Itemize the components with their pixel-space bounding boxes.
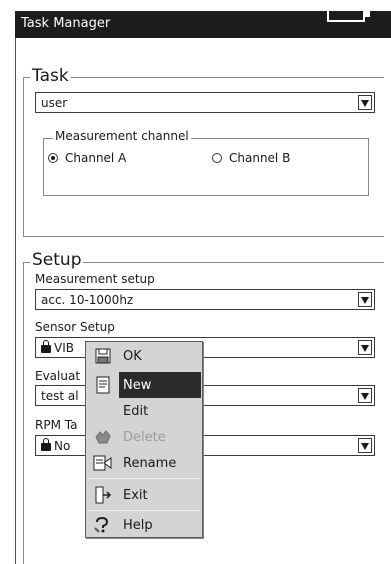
lock-icon	[41, 438, 51, 451]
task-legend: Task	[30, 66, 71, 86]
chevron-down-icon[interactable]	[358, 438, 372, 453]
channel-group	[43, 138, 369, 196]
menu-item-help[interactable]: Help	[87, 512, 201, 538]
radio-selected-icon	[48, 153, 58, 163]
measurement-setup-label: Measurement setup	[35, 272, 155, 286]
radio-label: Channel B	[229, 151, 291, 165]
measurement-setup-value: acc. 10-1000hz	[41, 293, 134, 307]
menu-label: Exit	[123, 487, 148, 503]
radio-label: Channel A	[65, 151, 127, 165]
menu-item-new[interactable]: New	[87, 372, 201, 398]
exit-icon	[87, 482, 119, 508]
help-icon	[87, 512, 119, 538]
rpm-label: RPM Ta	[35, 418, 78, 432]
menu-item-exit[interactable]: Exit	[87, 482, 201, 508]
battery-tip	[365, 10, 370, 17]
menu-item-rename[interactable]: Rename	[87, 450, 201, 476]
sensor-setup-value: VIB	[54, 341, 74, 355]
menu-label: Rename	[123, 455, 177, 471]
chevron-down-icon[interactable]	[358, 340, 372, 355]
menu-item-edit[interactable]: Edit	[87, 398, 201, 424]
evaluation-value: test al	[41, 389, 79, 403]
rename-icon	[87, 450, 119, 476]
context-menu: OK New Edit Delete Rename Exit Help	[85, 341, 203, 538]
battery-icon	[327, 6, 365, 22]
menu-label: Edit	[123, 403, 149, 419]
menu-icon-blank	[87, 398, 119, 424]
menu-label: Help	[123, 517, 153, 533]
menu-label: New	[123, 377, 152, 393]
sensor-value-wrap: VIB	[41, 340, 74, 355]
task-value: user	[41, 96, 68, 110]
save-icon	[87, 343, 119, 369]
rpm-value-wrap: No	[41, 438, 71, 453]
chevron-down-icon[interactable]	[358, 292, 372, 307]
menu-separator	[88, 478, 200, 479]
menu-item-ok[interactable]: OK	[87, 343, 201, 369]
menu-separator	[88, 510, 200, 511]
setup-legend: Setup	[30, 250, 84, 270]
chevron-down-icon[interactable]	[358, 388, 372, 403]
measurement-setup-dropdown[interactable]: acc. 10-1000hz	[35, 289, 375, 310]
radio-channel-b[interactable]: Channel B	[212, 151, 290, 165]
task-dropdown[interactable]: user	[35, 92, 375, 113]
rpm-value: No	[54, 439, 71, 453]
evaluation-label: Evaluat	[35, 369, 81, 383]
menu-item-delete[interactable]: Delete	[87, 424, 201, 450]
channel-legend: Measurement channel	[53, 128, 191, 144]
new-document-icon	[87, 372, 119, 398]
delete-icon	[87, 424, 119, 450]
chevron-down-icon[interactable]	[358, 95, 372, 110]
radio-unselected-icon	[212, 153, 222, 163]
lock-icon	[41, 340, 51, 353]
sensor-setup-label: Sensor Setup	[35, 320, 115, 334]
menu-label: OK	[123, 348, 142, 364]
menu-label: Delete	[123, 429, 166, 445]
window-title: Task Manager	[21, 16, 111, 31]
radio-channel-a[interactable]: Channel A	[48, 151, 126, 165]
